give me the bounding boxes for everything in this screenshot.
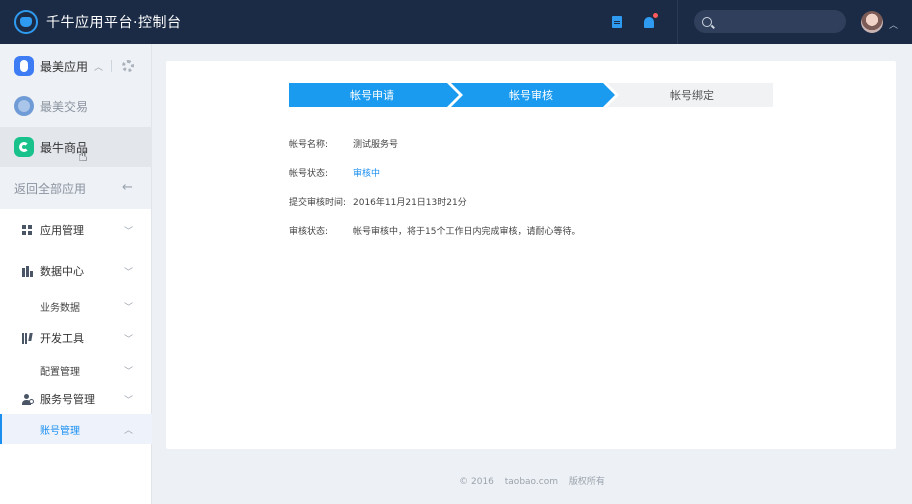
menu-label: 数据中心 — [40, 265, 84, 278]
app-label: 最美交易 — [40, 99, 89, 114]
active-indicator — [0, 414, 2, 444]
menu-item-business-data[interactable]: 业务数据 ﹀ — [0, 292, 152, 320]
footer-rights: 版权所有 — [568, 477, 605, 487]
info-submit-time: 提交审核时间: 2016年11月21日13时21分 — [289, 195, 467, 208]
search-input[interactable] — [716, 14, 836, 29]
step-account-review: 帐号审核 — [509, 89, 553, 102]
brand[interactable]: 千牛应用平台·控制台 — [14, 10, 181, 34]
chevron-up-icon[interactable]: ︿ — [94, 60, 103, 73]
sidebar: 最美应用 ︿ 最美交易 最牛商品 ☝ 返回全部应用 ← 应用管理 ﹀ 数据中心 … — [0, 44, 152, 504]
hand-cursor-icon: ☝ — [78, 146, 88, 165]
app-title: 千牛应用平台·控制台 — [46, 15, 182, 31]
chevron-down-icon: ﹀ — [124, 366, 134, 377]
menu-item-account-management[interactable]: 账号管理 ︿ — [0, 414, 152, 444]
info-value: 测试服务号 — [353, 140, 399, 150]
app-switcher: 最美应用 ︿ 最美交易 最牛商品 ☝ 返回全部应用 ← — [0, 44, 152, 209]
app-item-zuiniu-shangpin[interactable]: 最牛商品 — [0, 127, 152, 167]
chevron-up-icon[interactable]: ︿ — [889, 18, 898, 31]
footer: © 2016 taobao.com 版权所有 — [152, 474, 912, 487]
tools-icon — [22, 332, 33, 344]
user-gear-icon — [22, 393, 34, 405]
doc-icon[interactable] — [612, 16, 622, 28]
footer-copyright: © 2016 — [459, 477, 494, 487]
step-account-bind: 帐号绑定 — [670, 89, 714, 102]
menu-item-config-management[interactable]: 配置管理 ﹀ — [0, 356, 152, 384]
chevron-down-icon: ﹀ — [124, 302, 134, 313]
bell-icon[interactable] — [644, 12, 658, 28]
divider — [111, 60, 113, 72]
app-icon — [14, 96, 34, 116]
info-key: 帐号名称: — [289, 140, 329, 150]
chevron-down-icon: ﹀ — [124, 334, 134, 345]
gear-icon[interactable] — [122, 60, 135, 72]
grid-icon — [22, 224, 33, 236]
menu-label: 开发工具 — [40, 332, 84, 345]
menu-item-app-management[interactable]: 应用管理 ﹀ — [0, 210, 152, 250]
chevron-up-icon: ︿ — [124, 425, 134, 436]
step-progress: 帐号申请 帐号审核 帐号绑定 — [289, 83, 773, 107]
info-value: 2016年11月21日13时21分 — [353, 198, 467, 208]
chevron-down-icon: ﹀ — [124, 395, 134, 406]
menu-item-dev-tools[interactable]: 开发工具 ﹀ — [0, 322, 152, 354]
notification-dot — [653, 12, 658, 18]
info-account-status: 帐号状态: 审核中 — [289, 166, 380, 179]
info-review-status: 审核状态: 帐号审核中，将于15个工作日内完成审核，请耐心等待。 — [289, 224, 580, 237]
menu-item-data-center[interactable]: 数据中心 ﹀ — [0, 251, 152, 291]
back-to-all-apps[interactable]: 返回全部应用 ← — [0, 168, 152, 208]
header-divider — [677, 0, 678, 44]
app-item-zuimei-jiaoyi[interactable]: 最美交易 — [0, 86, 152, 126]
search-icon — [702, 16, 712, 27]
avatar[interactable] — [861, 11, 883, 33]
info-key: 提交审核时间: — [289, 198, 347, 208]
back-label: 返回全部应用 — [14, 181, 87, 196]
app-icon — [14, 56, 34, 76]
submenu-label: 账号管理 — [40, 425, 80, 437]
submenu-label: 业务数据 — [40, 302, 80, 314]
menu-label: 应用管理 — [40, 224, 84, 237]
chevron-down-icon: ﹀ — [124, 267, 134, 278]
info-value: 帐号审核中，将于15个工作日内完成审核，请耐心等待。 — [353, 227, 581, 237]
chevron-down-icon: ﹀ — [124, 226, 134, 237]
search-box[interactable] — [694, 10, 846, 33]
main-card: 帐号申请 帐号审核 帐号绑定 帐号名称: 测试服务号 帐号状态: 审核中 提交审… — [166, 61, 896, 449]
top-navbar: 千牛应用平台·控制台 ︿ — [0, 0, 912, 44]
status-text: 审核中 — [353, 169, 381, 179]
submenu-label: 配置管理 — [40, 366, 80, 378]
step-account-apply: 帐号申请 — [350, 89, 394, 102]
app-icon — [14, 137, 34, 157]
menu-label: 服务号管理 — [40, 393, 95, 406]
info-account-name: 帐号名称: 测试服务号 — [289, 137, 398, 150]
footer-site-link[interactable]: taobao.com — [505, 477, 558, 487]
app-item-zuimei-yingyong[interactable]: 最美应用 ︿ — [0, 46, 152, 86]
info-key: 审核状态: — [289, 227, 329, 237]
arrow-left-icon: ← — [122, 180, 133, 195]
app-label: 最美应用 — [40, 59, 89, 74]
info-key: 帐号状态: — [289, 169, 329, 179]
menu-item-service-account[interactable]: 服务号管理 ﹀ — [0, 384, 152, 414]
bar-chart-icon — [22, 265, 33, 277]
logo-icon — [14, 10, 38, 34]
